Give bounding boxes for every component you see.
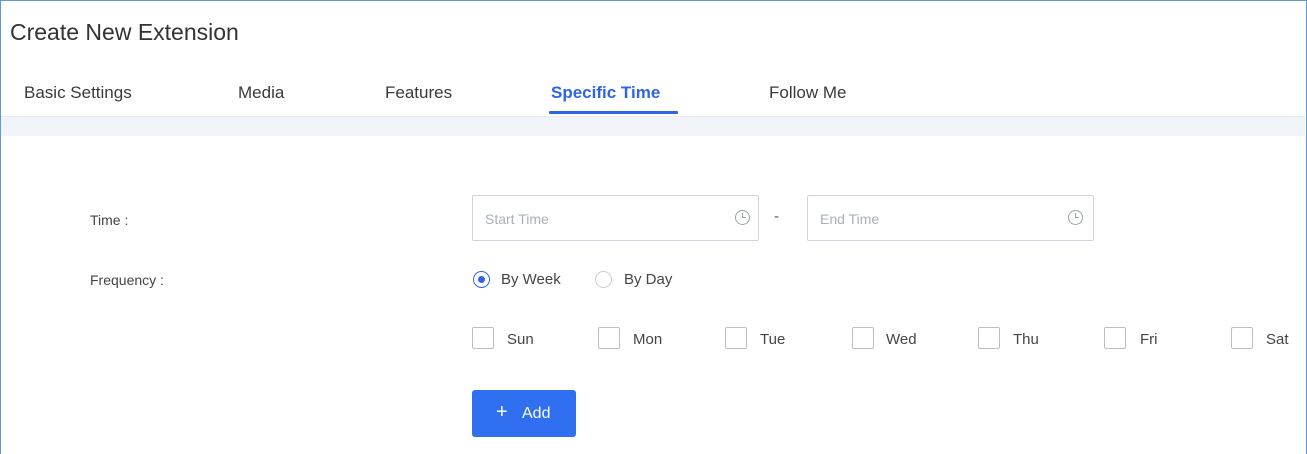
mon-label[interactable]: Mon xyxy=(633,331,662,348)
sat-checkbox[interactable] xyxy=(1231,327,1253,349)
add-button-label: Add xyxy=(522,405,551,422)
by-day-label[interactable]: By Day xyxy=(624,271,672,288)
by-week-label[interactable]: By Week xyxy=(501,271,561,288)
thu-checkbox[interactable] xyxy=(978,327,1000,349)
sun-label[interactable]: Sun xyxy=(507,331,534,348)
time-label: Time : xyxy=(90,212,129,228)
tab-specific-time[interactable]: Specific Time xyxy=(551,83,660,103)
thu-label[interactable]: Thu xyxy=(1013,331,1039,348)
clock-icon[interactable] xyxy=(1068,210,1083,225)
tab-basic-settings[interactable]: Basic Settings xyxy=(24,83,132,103)
fri-checkbox[interactable] xyxy=(1104,327,1126,349)
wed-checkbox[interactable] xyxy=(852,327,874,349)
start-time-placeholder: Start Time xyxy=(485,211,549,227)
by-week-radio[interactable] xyxy=(473,271,490,288)
active-tab-indicator xyxy=(549,111,678,114)
add-button[interactable]: + Add xyxy=(472,390,576,437)
page-title: Create New Extension xyxy=(10,19,239,45)
section-divider-band xyxy=(1,116,1305,136)
tab-media[interactable]: Media xyxy=(238,83,284,103)
by-day-radio[interactable] xyxy=(595,271,612,288)
plus-icon: + xyxy=(496,401,508,423)
fri-label[interactable]: Fri xyxy=(1140,331,1158,348)
tab-features[interactable]: Features xyxy=(385,83,452,103)
frequency-label: Frequency : xyxy=(90,272,164,288)
time-range-separator: - xyxy=(774,208,779,225)
sun-checkbox[interactable] xyxy=(472,327,494,349)
tue-checkbox[interactable] xyxy=(725,327,747,349)
tab-bar: Basic Settings Media Features Specific T… xyxy=(0,78,1305,118)
tue-label[interactable]: Tue xyxy=(760,331,785,348)
start-time-input[interactable]: Start Time xyxy=(472,195,759,241)
wed-label[interactable]: Wed xyxy=(886,331,917,348)
sat-label[interactable]: Sat xyxy=(1266,331,1289,348)
end-time-input[interactable]: End Time xyxy=(807,195,1094,241)
end-time-placeholder: End Time xyxy=(820,211,880,227)
clock-icon[interactable] xyxy=(735,210,750,225)
tab-follow-me[interactable]: Follow Me xyxy=(769,83,846,103)
mon-checkbox[interactable] xyxy=(598,327,620,349)
